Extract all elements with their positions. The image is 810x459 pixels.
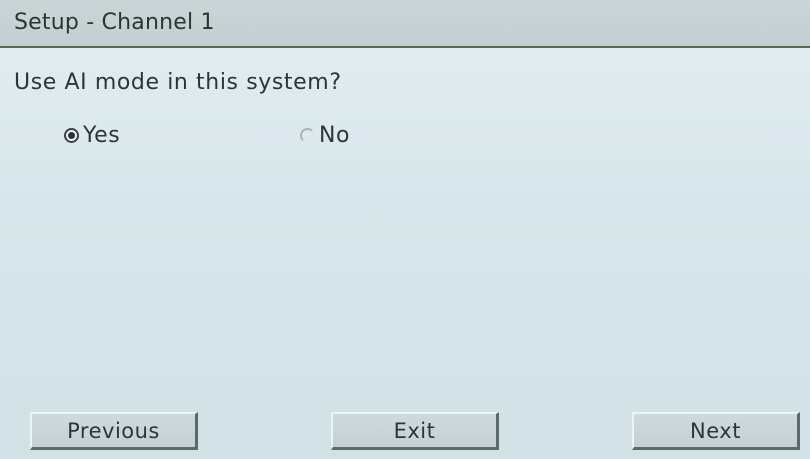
radio-option-no[interactable]: No (300, 120, 350, 150)
radio-unchecked-icon[interactable] (300, 127, 315, 143)
setup-screen: Setup - Channel 1 Use AI mode in this sy… (0, 0, 810, 459)
window-title: Setup - Channel 1 (14, 10, 215, 35)
radio-label-no: No (319, 122, 351, 148)
radio-label-yes: Yes (83, 122, 121, 148)
radio-option-yes[interactable]: Yes (64, 120, 120, 150)
title-bar: Setup - Channel 1 (0, 0, 810, 48)
question-text: Use AI mode in this system? (14, 70, 342, 95)
next-button[interactable]: Next (632, 412, 800, 450)
radio-checked-icon[interactable] (64, 127, 79, 143)
previous-button[interactable]: Previous (30, 412, 198, 450)
exit-button[interactable]: Exit (331, 412, 499, 450)
